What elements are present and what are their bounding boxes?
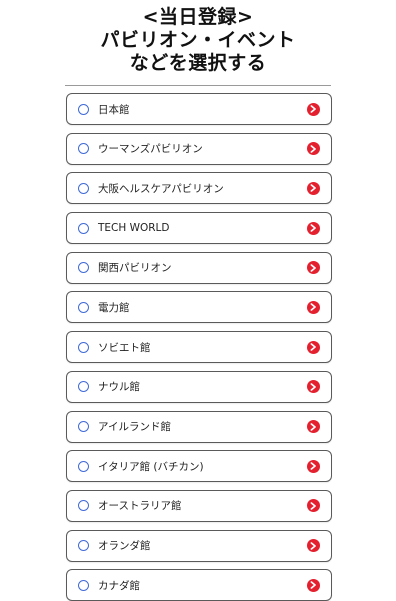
chevron-right-icon[interactable] (307, 142, 320, 156)
pavilion-option-label: イタリア館 (バチカン) (98, 460, 204, 473)
chevron-right-icon[interactable] (307, 499, 320, 513)
chevron-right-icon[interactable] (307, 340, 320, 354)
pavilion-option[interactable]: オランダ館 (66, 529, 332, 562)
radio-circle-icon[interactable] (78, 301, 89, 313)
pavilion-option[interactable]: オーストラリア館 (66, 489, 332, 522)
pavilion-option-label: ナウル館 (98, 381, 140, 394)
radio-circle-icon[interactable] (78, 222, 89, 234)
chevron-right-icon[interactable] (307, 380, 320, 394)
pavilion-option[interactable]: 電力館 (66, 291, 332, 324)
pavilion-option[interactable]: ウーマンズパビリオン (66, 132, 332, 165)
pavilion-option-label: 日本館 (98, 103, 130, 116)
pavilion-option[interactable]: TECH WORLD (66, 212, 332, 245)
pavilion-option[interactable]: ナウル館 (66, 370, 332, 403)
header-divider (65, 85, 331, 86)
pavilion-option-label: 大阪ヘルスケアパビリオン (98, 182, 224, 195)
pavilion-option-label: アイルランド館 (98, 421, 171, 433)
pavilion-option[interactable]: 日本館 (66, 93, 332, 125)
page-title-line-1: <当日登録> (142, 6, 254, 28)
pavilion-option-label: ソビエト館 (98, 341, 151, 354)
chevron-right-icon[interactable] (307, 420, 320, 433)
radio-circle-icon[interactable] (78, 182, 89, 194)
pavilion-option[interactable]: イタリア館 (バチカン) (66, 450, 332, 483)
pavilion-option-label: オランダ館 (98, 540, 151, 553)
chevron-right-icon[interactable] (307, 578, 320, 592)
radio-circle-icon[interactable] (78, 540, 89, 552)
chevron-right-icon[interactable] (307, 102, 320, 116)
pavilion-option[interactable]: カナダ館 (66, 569, 332, 601)
radio-circle-icon[interactable] (78, 381, 89, 393)
pavilion-option[interactable]: アイルランド館 (66, 410, 332, 443)
pavilion-option[interactable]: 関西パビリオン (66, 251, 332, 284)
chevron-right-icon[interactable] (307, 181, 320, 195)
pavilion-list: 日本館ウーマンズパビリオン大阪ヘルスケアパビリオン TECH WORLD 関西パビリ… (0, 93, 396, 601)
page-header: <当日登録> パビリオン・イベント などを選択する (0, 0, 396, 75)
radio-circle-icon[interactable] (78, 341, 89, 353)
radio-circle-icon[interactable] (78, 500, 89, 512)
radio-circle-icon[interactable] (78, 262, 89, 274)
pavilion-option-label: オーストラリア館 (98, 500, 182, 513)
radio-circle-icon[interactable] (78, 421, 89, 432)
radio-circle-icon[interactable] (78, 579, 89, 591)
chevron-right-icon[interactable] (307, 539, 320, 553)
radio-circle-icon[interactable] (78, 103, 89, 115)
chevron-right-icon[interactable] (307, 300, 320, 314)
pavilion-option-label: カナダ館 (98, 579, 140, 592)
chevron-right-icon[interactable] (307, 459, 320, 473)
pavilion-option-label: 電力館 (98, 301, 130, 314)
chevron-right-icon[interactable] (307, 261, 320, 275)
pavilion-option-label: 関西パビリオン (98, 262, 172, 275)
page-title-line-3: などを選択する (129, 52, 267, 74)
chevron-right-icon[interactable] (307, 221, 320, 235)
pavilion-option-label: TECH WORLD (98, 222, 170, 235)
pavilion-option[interactable]: 大阪ヘルスケアパビリオン (66, 172, 332, 205)
radio-circle-icon[interactable] (78, 143, 89, 155)
radio-circle-icon[interactable] (78, 460, 89, 472)
pavilion-option[interactable]: ソビエト館 (66, 331, 332, 364)
page-title-line-2: パビリオン・イベント (100, 29, 296, 51)
pavilion-option-label: ウーマンズパビリオン (98, 143, 203, 156)
